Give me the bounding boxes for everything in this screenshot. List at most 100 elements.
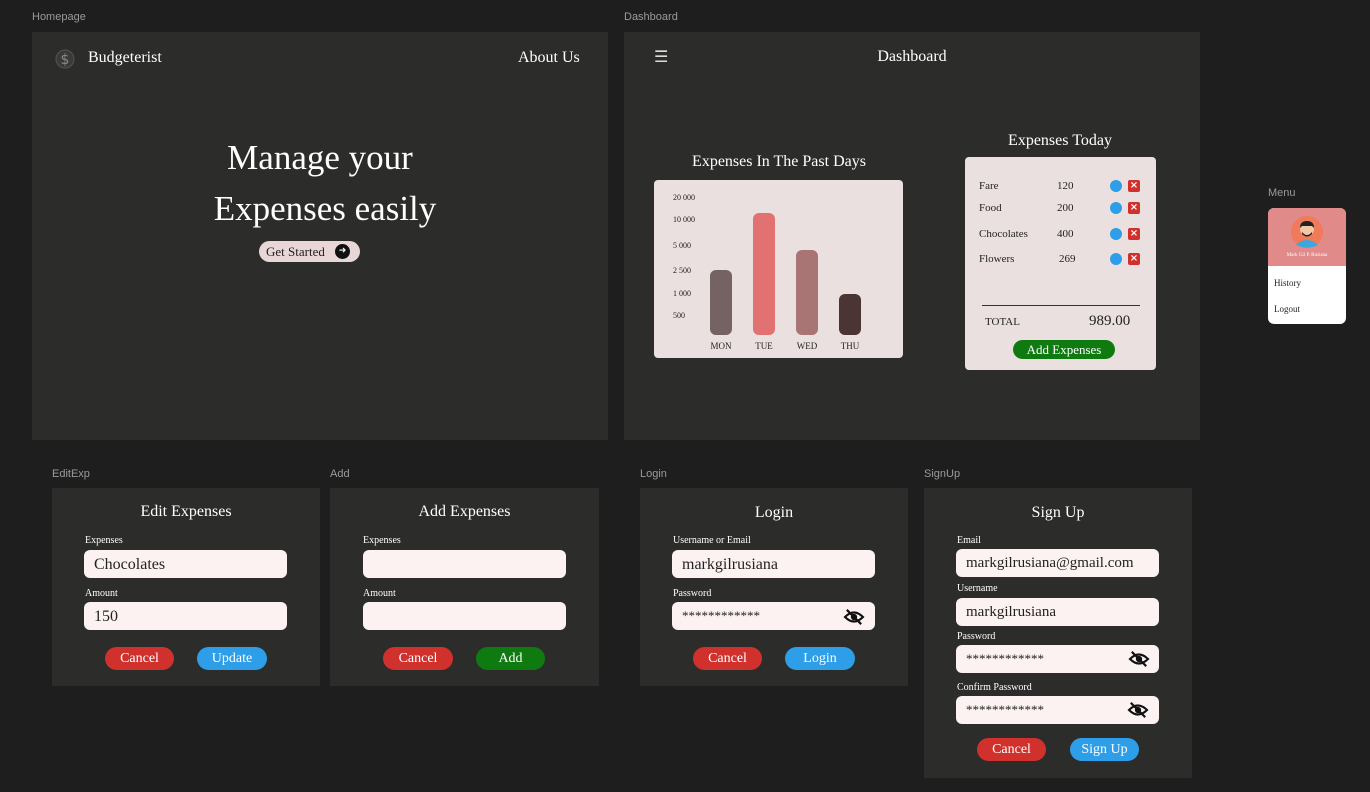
total-label: TOTAL — [985, 316, 1020, 328]
y-tick-label: 5 000 — [673, 241, 691, 250]
frame-label-signup: SignUp — [924, 468, 961, 480]
menu-item-history[interactable]: History — [1274, 278, 1301, 288]
login-title: Login — [754, 504, 794, 521]
frame-label-homepage: Homepage — [32, 11, 86, 23]
confirm-password-value: ************ — [966, 702, 1044, 717]
frame-label-login: Login — [640, 468, 667, 480]
amount-input[interactable]: 150 — [84, 602, 287, 630]
username-input[interactable]: markgilrusiana — [956, 598, 1159, 626]
get-started-button[interactable]: Get Started ➜ — [259, 241, 360, 262]
email-label: Email — [957, 535, 981, 546]
delete-icon[interactable]: × — [1128, 253, 1140, 265]
update-button[interactable]: Update — [197, 647, 267, 670]
expenses-input[interactable] — [363, 550, 566, 578]
confirm-password-label: Confirm Password — [957, 682, 1032, 693]
expense-name: Fare — [979, 180, 999, 192]
add-expenses-frame: Add Expenses Expenses Amount Cancel Add — [330, 488, 599, 686]
x-tick-label: TUE — [755, 341, 773, 351]
expense-name: Flowers — [979, 253, 1015, 265]
arrow-right-icon: ➜ — [335, 244, 350, 259]
x-tick-label: WED — [796, 341, 818, 351]
edit-icon[interactable] — [1110, 253, 1122, 265]
cancel-button[interactable]: Cancel — [105, 647, 174, 670]
add-button[interactable]: Add — [476, 647, 545, 670]
edit-icon[interactable] — [1110, 228, 1122, 240]
add-expenses-button[interactable]: Add Expenses — [1013, 340, 1115, 359]
dashboard-frame: ☰ Dashboard Expenses In The Past Days 20… — [624, 32, 1200, 440]
eye-off-icon[interactable] — [1128, 650, 1150, 668]
y-tick-label: 500 — [673, 311, 685, 320]
bar-thu — [839, 294, 861, 335]
cancel-button[interactable]: Cancel — [693, 647, 762, 670]
frame-label-dashboard: Dashboard — [624, 11, 678, 23]
get-started-label: Get Started — [266, 244, 325, 259]
delete-icon[interactable]: × — [1128, 228, 1140, 240]
chart-title: Expenses In The Past Days — [692, 153, 866, 170]
expense-amount: 269 — [1059, 253, 1076, 265]
bar-tue — [753, 212, 775, 335]
username-label: Username or Email — [673, 535, 751, 546]
login-frame: Login Username or Email markgilrusiana P… — [640, 488, 908, 686]
username-input[interactable]: markgilrusiana — [672, 550, 875, 578]
cancel-button[interactable]: Cancel — [977, 738, 1046, 761]
login-button[interactable]: Login — [785, 647, 855, 670]
logo-icon: $ — [54, 48, 76, 70]
edit-expenses-frame: Edit Expenses Expenses Chocolates Amount… — [52, 488, 320, 686]
expenses-label: Expenses — [85, 535, 123, 546]
expenses-today-card: Fare 120 × Food 200 × Chocolates 400 × F… — [965, 157, 1156, 370]
menu-header: Mark Gil P. Rusiana — [1268, 208, 1346, 266]
amount-label: Amount — [363, 588, 396, 599]
y-tick-label: 20 000 — [673, 193, 695, 202]
frame-label-menu: Menu — [1268, 187, 1296, 199]
expenses-chart: 20 000 10 000 5 000 2 500 1 000 500 MON TUE WED T… — [654, 180, 903, 358]
hero-line-1: Manage your — [227, 138, 413, 177]
delete-icon[interactable]: × — [1128, 180, 1140, 192]
homepage-frame: $ Budgeterist About Us Manage your Expen… — [32, 32, 608, 440]
delete-icon[interactable]: × — [1128, 202, 1140, 214]
eye-off-icon[interactable] — [843, 608, 865, 626]
cancel-button[interactable]: Cancel — [383, 647, 453, 670]
frame-label-editexp: EditExp — [52, 468, 90, 480]
edit-title: Edit Expenses — [140, 503, 232, 520]
menu-user-name: Mark Gil P. Rusiana — [1286, 253, 1328, 258]
expenses-label: Expenses — [363, 535, 401, 546]
signup-button[interactable]: Sign Up — [1070, 738, 1139, 761]
edit-icon[interactable] — [1110, 180, 1122, 192]
expense-amount: 400 — [1057, 228, 1074, 240]
today-title: Expenses Today — [1008, 132, 1112, 149]
brand-name: Budgeterist — [88, 49, 162, 66]
expense-amount: 200 — [1057, 202, 1074, 214]
add-title: Add Expenses — [418, 503, 511, 520]
password-label: Password — [957, 631, 996, 642]
x-tick-label: THU — [840, 341, 860, 351]
expense-name: Chocolates — [979, 228, 1028, 240]
username-label: Username — [957, 583, 998, 594]
total-value: 989.00 — [1089, 313, 1131, 329]
expense-amount: 120 — [1057, 180, 1074, 192]
x-tick-label: MON — [710, 341, 732, 351]
menu-item-logout[interactable]: Logout — [1274, 304, 1300, 314]
bar-mon — [710, 269, 732, 335]
y-tick-label: 1 000 — [673, 289, 691, 298]
amount-input[interactable] — [363, 602, 566, 630]
password-label: Password — [673, 588, 712, 599]
svg-text:$: $ — [61, 52, 70, 68]
password-value: ************ — [966, 651, 1044, 666]
dashboard-title: Dashboard — [877, 48, 947, 65]
y-tick-label: 10 000 — [673, 215, 695, 224]
avatar — [1291, 216, 1323, 248]
expenses-input[interactable]: Chocolates — [84, 550, 287, 578]
frame-label-add: Add — [330, 468, 350, 480]
bar-wed — [796, 249, 818, 335]
signup-title: Sign Up — [1031, 504, 1085, 521]
edit-icon[interactable] — [1110, 202, 1122, 214]
email-input[interactable]: markgilrusiana@gmail.com — [956, 549, 1159, 577]
menu-panel: Mark Gil P. Rusiana History Logout — [1268, 208, 1346, 324]
expense-name: Food — [979, 202, 1002, 214]
y-tick-label: 2 500 — [673, 266, 691, 275]
eye-off-icon[interactable] — [1127, 701, 1149, 719]
about-us-link[interactable]: About Us — [518, 49, 580, 67]
password-value: ************ — [682, 608, 760, 623]
total-divider — [982, 305, 1140, 306]
hero-line-2: Expenses easily — [213, 189, 437, 228]
